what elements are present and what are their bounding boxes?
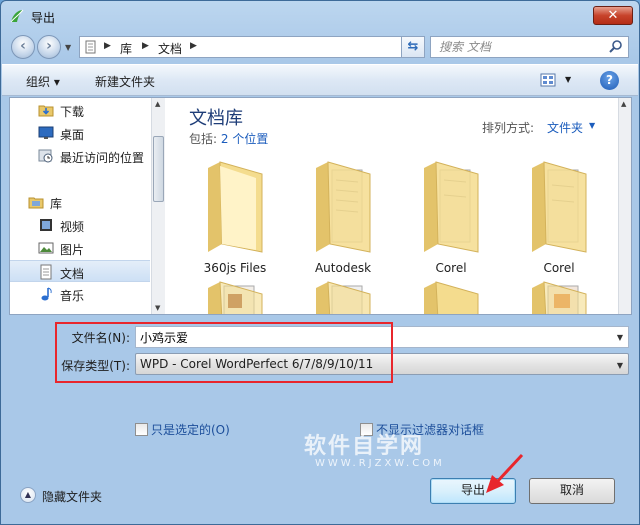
new-folder-button[interactable]: 新建文件夹 xyxy=(95,73,155,90)
folder-item[interactable]: Corel xyxy=(509,160,609,280)
folder-name: Corel xyxy=(543,261,575,275)
folder-icon xyxy=(208,281,263,314)
nav-item-desktop[interactable]: 桌面 xyxy=(10,122,150,144)
breadcrumb-libraries[interactable]: 库 xyxy=(120,40,132,57)
scroll-down-icon[interactable]: ▼ xyxy=(155,304,160,312)
folder-item[interactable] xyxy=(401,280,501,314)
breadcrumb-separator-icon[interactable]: ▶ xyxy=(142,41,149,51)
organize-menu-button[interactable]: 组织 ▾ xyxy=(26,73,60,90)
chevron-up-icon: ▲ xyxy=(20,487,36,503)
title-bar: 导出 ✕ xyxy=(1,1,639,31)
refresh-button[interactable]: ⇆ xyxy=(401,36,425,58)
only-selected-label[interactable]: 只是选定的(O) xyxy=(151,421,230,438)
search-box[interactable] xyxy=(430,36,629,58)
scroll-thumb[interactable] xyxy=(153,136,164,202)
cancel-button[interactable]: 取消 xyxy=(529,478,615,504)
nav-item-libraries[interactable]: 库 xyxy=(10,191,150,213)
red-arrow-annotation-icon xyxy=(486,453,524,493)
scroll-up-icon[interactable]: ▲ xyxy=(155,100,160,108)
folder-name: Autodesk xyxy=(314,261,372,275)
filename-dropdown-icon[interactable]: ▼ xyxy=(617,333,623,342)
library-includes: 包括: 2 个位置 xyxy=(189,132,269,146)
content-pane: 文档库 包括: 2 个位置 排列方式: 文件夹 ▼ 360js Files Au… xyxy=(167,98,631,314)
folder-icon xyxy=(424,281,479,314)
help-icon: ? xyxy=(606,73,613,87)
pictures-library-icon xyxy=(38,242,54,254)
folder-item[interactable]: Autodesk xyxy=(293,160,393,280)
back-button[interactable]: ‹ xyxy=(11,35,35,59)
close-button[interactable]: ✕ xyxy=(593,6,633,25)
folder-icon xyxy=(424,161,479,253)
recent-places-icon xyxy=(38,149,53,163)
folder-item[interactable]: Corel xyxy=(401,160,501,280)
library-locations-link[interactable]: 2 个位置 xyxy=(221,132,268,146)
nav-item-music[interactable]: 音乐 xyxy=(10,283,150,305)
search-icon[interactable] xyxy=(608,39,624,55)
content-pane-scrollbar[interactable]: ▲ xyxy=(618,98,631,314)
breadcrumb-separator-icon[interactable]: ▶ xyxy=(190,41,197,51)
address-location-icon xyxy=(85,40,96,54)
folder-item[interactable]: 360js Files xyxy=(185,160,285,280)
forward-arrow-icon: › xyxy=(46,38,52,54)
folder-item[interactable] xyxy=(293,280,393,314)
folder-icon xyxy=(316,281,371,314)
video-library-icon xyxy=(40,219,52,231)
browser-panes: 下载 桌面 最近访问的位置 库 视频 图片 文档 音乐 ▲ ▼ 文档库 包括: … xyxy=(9,97,632,315)
navigation-pane-scrollbar[interactable]: ▲ ▼ xyxy=(151,98,165,314)
filetype-dropdown-icon[interactable]: ▼ xyxy=(617,361,623,370)
download-folder-icon xyxy=(38,105,54,117)
change-view-icon[interactable] xyxy=(540,73,556,87)
folder-name: Corel xyxy=(435,261,467,275)
address-bar[interactable]: ▶ 库 ▶ 文档 ▶ ▼ xyxy=(79,36,425,58)
folder-icon xyxy=(532,161,587,253)
folder-name: 360js Files xyxy=(203,261,267,275)
breadcrumb-documents[interactable]: 文档 xyxy=(158,40,182,57)
nav-item-recent-places[interactable]: 最近访问的位置 xyxy=(10,145,150,167)
music-library-icon xyxy=(41,287,52,301)
forward-button[interactable]: › xyxy=(37,35,61,59)
recent-pages-dropdown-icon[interactable]: ▼ xyxy=(65,43,71,52)
close-icon: ✕ xyxy=(607,8,619,23)
arrange-by-dropdown[interactable]: 文件夹 xyxy=(547,119,583,136)
desktop-icon xyxy=(38,126,54,139)
help-button[interactable]: ? xyxy=(600,71,619,90)
arrange-by-label: 排列方式: xyxy=(482,121,535,135)
red-highlight-annotation xyxy=(55,322,393,383)
folder-item[interactable] xyxy=(185,280,285,314)
view-options-dropdown-icon[interactable]: ▼ xyxy=(565,75,571,84)
nav-item-downloads[interactable]: 下载 xyxy=(10,99,150,121)
coreldraw-app-icon xyxy=(10,9,24,23)
libraries-icon xyxy=(28,197,44,209)
folder-icon xyxy=(208,161,263,253)
search-input[interactable] xyxy=(439,39,599,55)
save-options-area: 文件名(N): ▼ 保存类型(T): WPD - Corel WordPerfe… xyxy=(2,317,638,525)
watermark-url: WWW.RJZXW.COM xyxy=(315,458,445,469)
nav-item-videos[interactable]: 视频 xyxy=(10,214,150,236)
back-arrow-icon: ‹ xyxy=(20,38,26,54)
only-selected-checkbox[interactable] xyxy=(135,423,148,436)
refresh-icon: ⇆ xyxy=(407,39,419,54)
command-toolbar: 组织 ▾ 新建文件夹 ▼ ? xyxy=(2,64,638,96)
nav-item-pictures[interactable]: 图片 xyxy=(10,237,150,259)
scroll-up-icon[interactable]: ▲ xyxy=(621,100,626,108)
nav-item-documents[interactable]: 文档 xyxy=(10,260,150,282)
watermark-text: 软件自学网 xyxy=(304,434,425,459)
folder-item[interactable] xyxy=(509,280,609,314)
folder-icon xyxy=(532,281,587,314)
navigation-row: ‹ › ▼ ▶ 库 ▶ 文档 ▶ ▼ ⇆ xyxy=(9,34,631,60)
folder-icon xyxy=(316,161,371,253)
documents-library-icon xyxy=(40,264,52,280)
arrange-by-dropdown-icon[interactable]: ▼ xyxy=(589,121,595,130)
breadcrumb-separator-icon[interactable]: ▶ xyxy=(104,41,111,51)
library-title: 文档库 xyxy=(189,108,243,129)
navigation-pane: 下载 桌面 最近访问的位置 库 视频 图片 文档 音乐 xyxy=(10,98,161,314)
export-dialog: 导出 ✕ ‹ › ▼ ▶ 库 ▶ 文档 ▶ ▼ ⇆ xyxy=(0,0,640,525)
window-title: 导出 xyxy=(31,11,56,25)
